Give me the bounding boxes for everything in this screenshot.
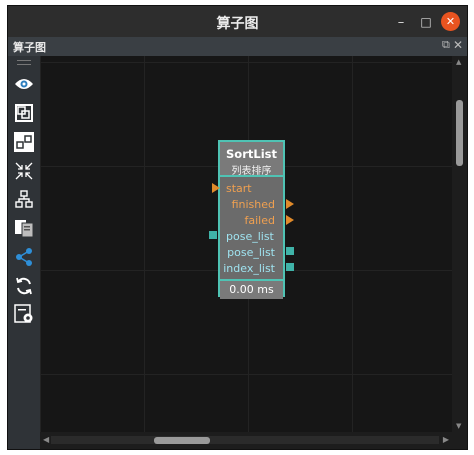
close-icon: ✕ — [445, 15, 456, 28]
toolbar-button-connect[interactable] — [13, 131, 35, 153]
data-output-label-index-list: index_list — [223, 262, 275, 275]
toolbar-button-copy[interactable] — [13, 217, 35, 239]
maximize-icon: □ — [420, 15, 432, 29]
exec-output-port-failed[interactable] — [286, 215, 294, 225]
horizontal-scroll-thumb[interactable] — [154, 437, 210, 444]
toolbar-button-share[interactable] — [13, 246, 35, 268]
toolbar-button-refresh[interactable] — [13, 275, 35, 297]
fit-view-icon — [15, 104, 33, 122]
hierarchy-icon — [15, 190, 33, 208]
exec-output-label-failed: failed — [244, 214, 275, 227]
scroll-right-icon[interactable]: ▶ — [443, 435, 449, 444]
connect-nodes-icon — [14, 132, 34, 152]
close-panel-icon[interactable]: ✕ — [453, 38, 463, 52]
exec-output-label-finished: finished — [231, 198, 275, 211]
data-output-label-pose-list: pose_list — [227, 246, 275, 259]
refresh-icon — [16, 277, 32, 295]
horizontal-scrollbar[interactable]: ◀ ▶ — [40, 432, 452, 449]
copy-icon — [15, 220, 34, 238]
horizontal-scroll-track[interactable] — [51, 436, 439, 444]
data-output-port-pose-list[interactable] — [286, 247, 294, 255]
data-input-label-pose-list: pose_list — [226, 230, 274, 243]
node-timing: 0.00 ms — [220, 279, 283, 299]
title-bar: 算子图 – □ ✕ — [8, 6, 467, 37]
vertical-scrollbar[interactable]: ▲ ▼ — [452, 56, 467, 432]
toolbar-button-collapse[interactable] — [13, 160, 35, 182]
operator-node[interactable]: SortList 列表排序 start finished failed pose… — [218, 140, 285, 299]
toolbar-button-hierarchy[interactable] — [13, 188, 35, 210]
scroll-left-icon[interactable]: ◀ — [43, 435, 49, 444]
minimize-icon: – — [397, 14, 405, 30]
collapse-icon — [15, 162, 33, 180]
close-button[interactable]: ✕ — [441, 12, 460, 31]
settings-icon — [14, 304, 33, 323]
float-panel-icon[interactable]: ⧉ — [442, 38, 450, 52]
toolbar-button-fit-view[interactable] — [13, 102, 35, 124]
exec-output-port-finished[interactable] — [286, 199, 294, 209]
share-nodes-icon — [16, 248, 32, 266]
maximize-button[interactable]: □ — [416, 12, 436, 32]
node-subtitle: 列表排序 — [231, 166, 272, 177]
app-window: 算子图 – □ ✕ 算子图 ⧉ ✕ SortList 列表排序 start fi… — [8, 6, 467, 449]
panel-title: 算子图 — [13, 41, 46, 54]
minimize-button[interactable]: – — [391, 12, 411, 32]
toolbar-grip-icon[interactable] — [17, 60, 31, 65]
eye-icon — [15, 79, 33, 89]
exec-input-label-start: start — [226, 182, 252, 195]
scroll-down-icon[interactable]: ▼ — [456, 422, 461, 430]
scroll-up-icon[interactable]: ▲ — [456, 58, 461, 66]
exec-input-port-start[interactable] — [212, 183, 220, 193]
data-output-port-index-list[interactable] — [286, 263, 294, 271]
node-header: SortList 列表排序 — [220, 142, 283, 177]
panel-header: 算子图 ⧉ ✕ — [8, 37, 467, 56]
vertical-scroll-thumb[interactable] — [456, 100, 463, 166]
toolbar — [8, 56, 40, 449]
toolbar-button-settings[interactable] — [13, 303, 35, 325]
toolbar-button-eye[interactable] — [13, 73, 35, 95]
data-input-port-pose-list[interactable] — [209, 231, 217, 239]
graph-canvas[interactable]: SortList 列表排序 start finished failed pose… — [40, 56, 452, 432]
node-name: SortList — [226, 147, 277, 161]
